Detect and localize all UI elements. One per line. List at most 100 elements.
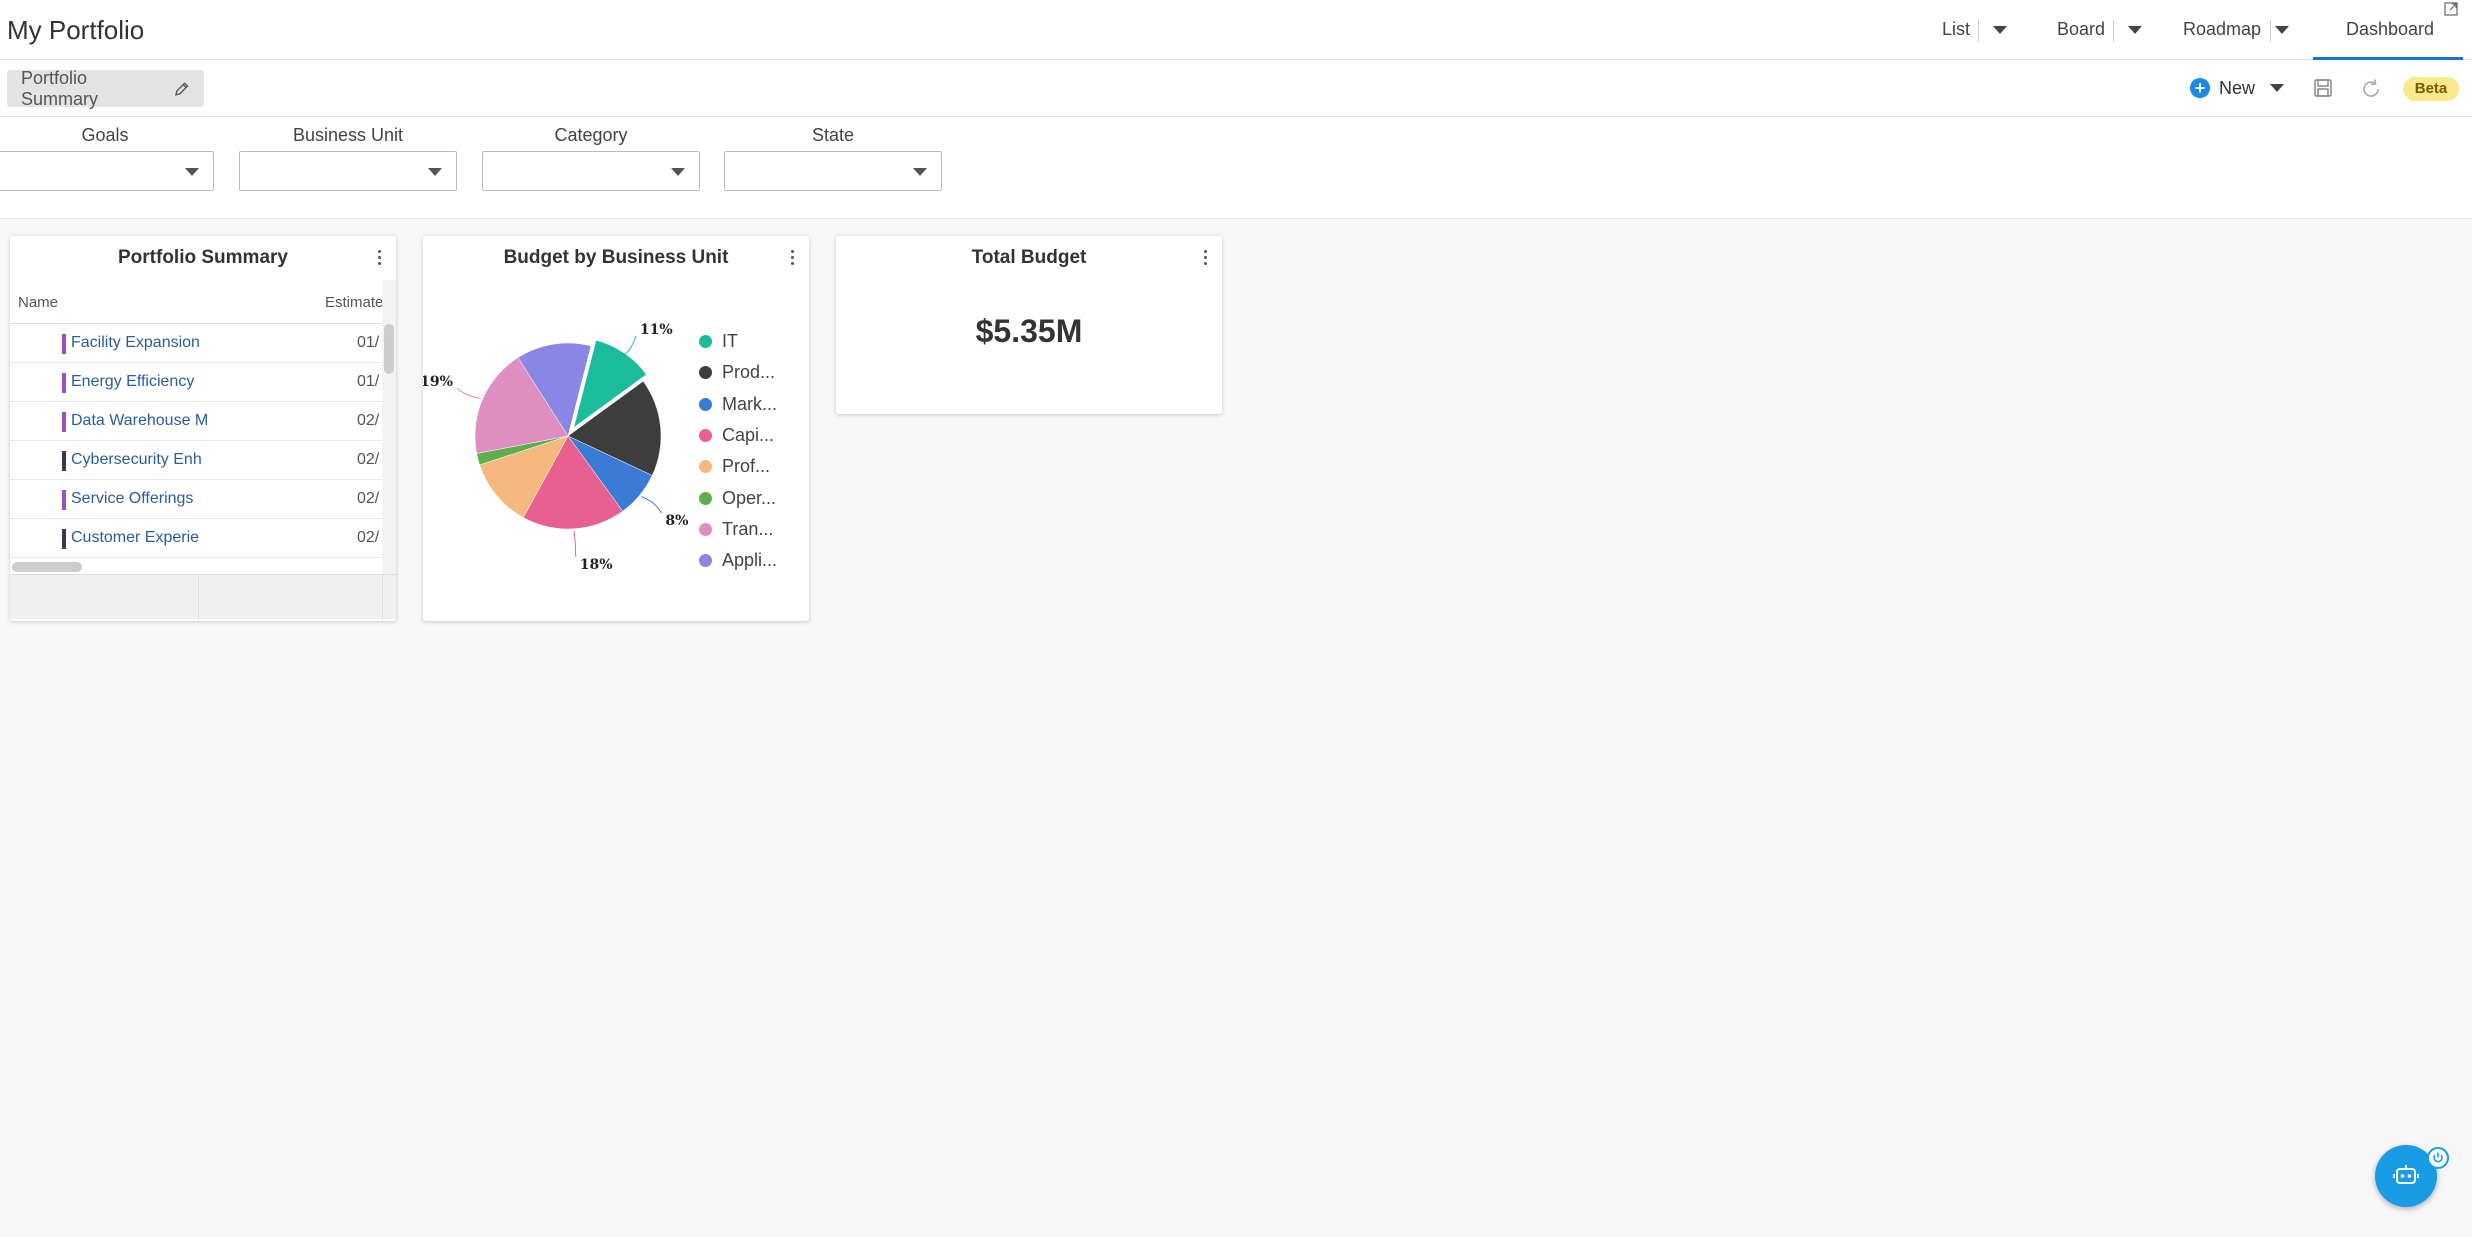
nav-dashboard-label: Dashboard <box>2346 19 2435 39</box>
row-name-link[interactable]: Service Offerings <box>71 490 207 508</box>
legend-item[interactable]: Prof... <box>699 456 770 477</box>
nav-separator <box>2270 20 2271 42</box>
total-budget-card: Total Budget $5.35M <box>836 236 1222 414</box>
more-options-icon[interactable] <box>1204 250 1208 268</box>
budget-by-business-unit-card: Budget by Business Unit 11% 8% 18% 19% IT Pr… <box>423 236 809 621</box>
pie-data-label: 8% <box>665 513 688 529</box>
more-options-icon[interactable] <box>378 250 382 268</box>
more-options-icon[interactable] <box>791 250 795 268</box>
table-row[interactable]: Data Warehouse M 02/ <box>10 402 382 441</box>
legend-swatch <box>699 554 712 568</box>
app-title: My Portfolio <box>7 15 145 45</box>
pencil-icon[interactable] <box>173 80 190 98</box>
row-name-link[interactable]: Energy Efficiency <box>71 373 207 391</box>
pie-data-label: 18% <box>580 557 613 573</box>
legend-swatch <box>699 522 712 536</box>
row-color-bar <box>62 373 66 393</box>
table-header: Name Estimated <box>10 280 382 324</box>
filter-label-goals: Goals <box>81 125 129 145</box>
portfolio-summary-card: Portfolio Summary Name Estimated Facilit… <box>10 236 396 621</box>
row-date: 01/ <box>357 373 380 390</box>
vertical-scrollbar[interactable] <box>382 280 396 610</box>
new-button[interactable]: + New <box>2190 76 2285 100</box>
legend-label: Prod... <box>722 362 776 383</box>
row-color-bar <box>62 412 66 432</box>
row-name-link[interactable]: Facility Expansion <box>71 334 207 352</box>
nav-separator <box>2113 20 2114 42</box>
legend-label: Mark... <box>722 393 778 414</box>
row-name-link[interactable]: Cybersecurity Enh <box>71 451 207 469</box>
card-title: Portfolio Summary <box>118 247 288 268</box>
state-select[interactable] <box>724 151 942 191</box>
legend-item[interactable]: Appli... <box>699 550 777 571</box>
row-date: 02/ <box>357 529 380 546</box>
row-color-bar <box>62 490 66 510</box>
view-toolbar: Portfolio Summary + New Beta <box>0 60 2472 117</box>
save-icon[interactable] <box>2313 78 2333 98</box>
scrollbar-thumb[interactable] <box>384 324 394 374</box>
refresh-icon[interactable] <box>2360 78 2382 100</box>
legend-item[interactable]: Tran... <box>699 519 773 540</box>
legend-label: Oper... <box>722 487 777 508</box>
column-header-estimated[interactable]: Estimated <box>325 294 382 311</box>
card-title: Total Budget <box>971 247 1087 268</box>
row-name-link[interactable]: Data Warehouse M <box>71 412 207 430</box>
legend-swatch <box>699 491 712 505</box>
pie-label-leader <box>641 495 662 514</box>
business-unit-select[interactable] <box>239 151 457 191</box>
nav-list[interactable]: List <box>1942 19 1970 40</box>
legend-item[interactable]: Mark... <box>699 394 777 415</box>
table-row[interactable]: Facility Expansion 01/ <box>10 324 382 363</box>
legend-label: Appli... <box>722 550 778 571</box>
legend-item[interactable]: Oper... <box>699 488 776 509</box>
board-dropdown-caret-icon[interactable] <box>2128 26 2142 34</box>
legend-swatch <box>699 460 712 474</box>
scrollbar-thumb[interactable] <box>12 562 82 572</box>
budget-pie-chart: 11% 8% 18% 19% <box>423 322 688 573</box>
legend-swatch <box>699 428 712 442</box>
table-footer <box>10 574 396 620</box>
new-button-label: New <box>2219 77 2256 98</box>
view-name-chip[interactable]: Portfolio Summary <box>7 67 204 109</box>
row-color-bar <box>62 334 66 354</box>
roadmap-dropdown-caret-icon[interactable] <box>2275 26 2289 34</box>
nav-dashboard[interactable]: Dashboard <box>2313 0 2463 60</box>
filter-label-state: State <box>811 125 855 145</box>
table-row[interactable]: Customer Experie 02/ <box>10 519 382 558</box>
plus-icon: + <box>2190 78 2210 98</box>
legend-label: Tran... <box>722 518 774 539</box>
legend-item[interactable]: IT <box>699 331 738 352</box>
power-icon[interactable] <box>2427 1147 2449 1169</box>
table-row[interactable]: Energy Efficiency 01/ <box>10 363 382 402</box>
row-color-bar <box>62 451 66 471</box>
nav-roadmap[interactable]: Roadmap <box>2183 19 2261 40</box>
nav-separator <box>1978 20 1979 42</box>
pie-data-label: 19% <box>423 374 453 390</box>
row-date: 02/ <box>357 412 380 429</box>
legend-item[interactable]: Capi... <box>699 425 774 446</box>
row-name-link[interactable]: Customer Experie <box>71 529 207 547</box>
nav-board[interactable]: Board <box>2057 19 2105 40</box>
pie-data-label: 11% <box>640 322 673 338</box>
view-name-label: Portfolio Summary <box>21 67 99 109</box>
horizontal-scrollbar[interactable] <box>10 560 382 574</box>
category-select[interactable] <box>482 151 700 191</box>
legend-label: Prof... <box>722 456 771 477</box>
expand-icon[interactable] <box>2444 2 2458 16</box>
pie-label-leader <box>573 530 577 557</box>
goals-select[interactable] <box>0 151 214 191</box>
legend-item[interactable]: Prod... <box>699 362 775 383</box>
list-dropdown-caret-icon[interactable] <box>1993 26 2007 34</box>
chevron-down-icon <box>185 168 199 176</box>
row-date: 02/ <box>357 451 380 468</box>
legend-swatch <box>699 335 712 348</box>
chevron-down-icon <box>428 168 442 176</box>
column-header-name[interactable]: Name <box>18 294 58 311</box>
beta-badge: Beta <box>2403 77 2459 101</box>
table-row[interactable]: Service Offerings 02/ <box>10 480 382 519</box>
legend-swatch <box>699 397 712 411</box>
chevron-down-icon <box>671 168 685 176</box>
table-row[interactable]: Cybersecurity Enh 02/ <box>10 441 382 480</box>
row-date: 01/ <box>357 334 380 351</box>
card-title: Budget by Business Unit <box>503 247 729 268</box>
